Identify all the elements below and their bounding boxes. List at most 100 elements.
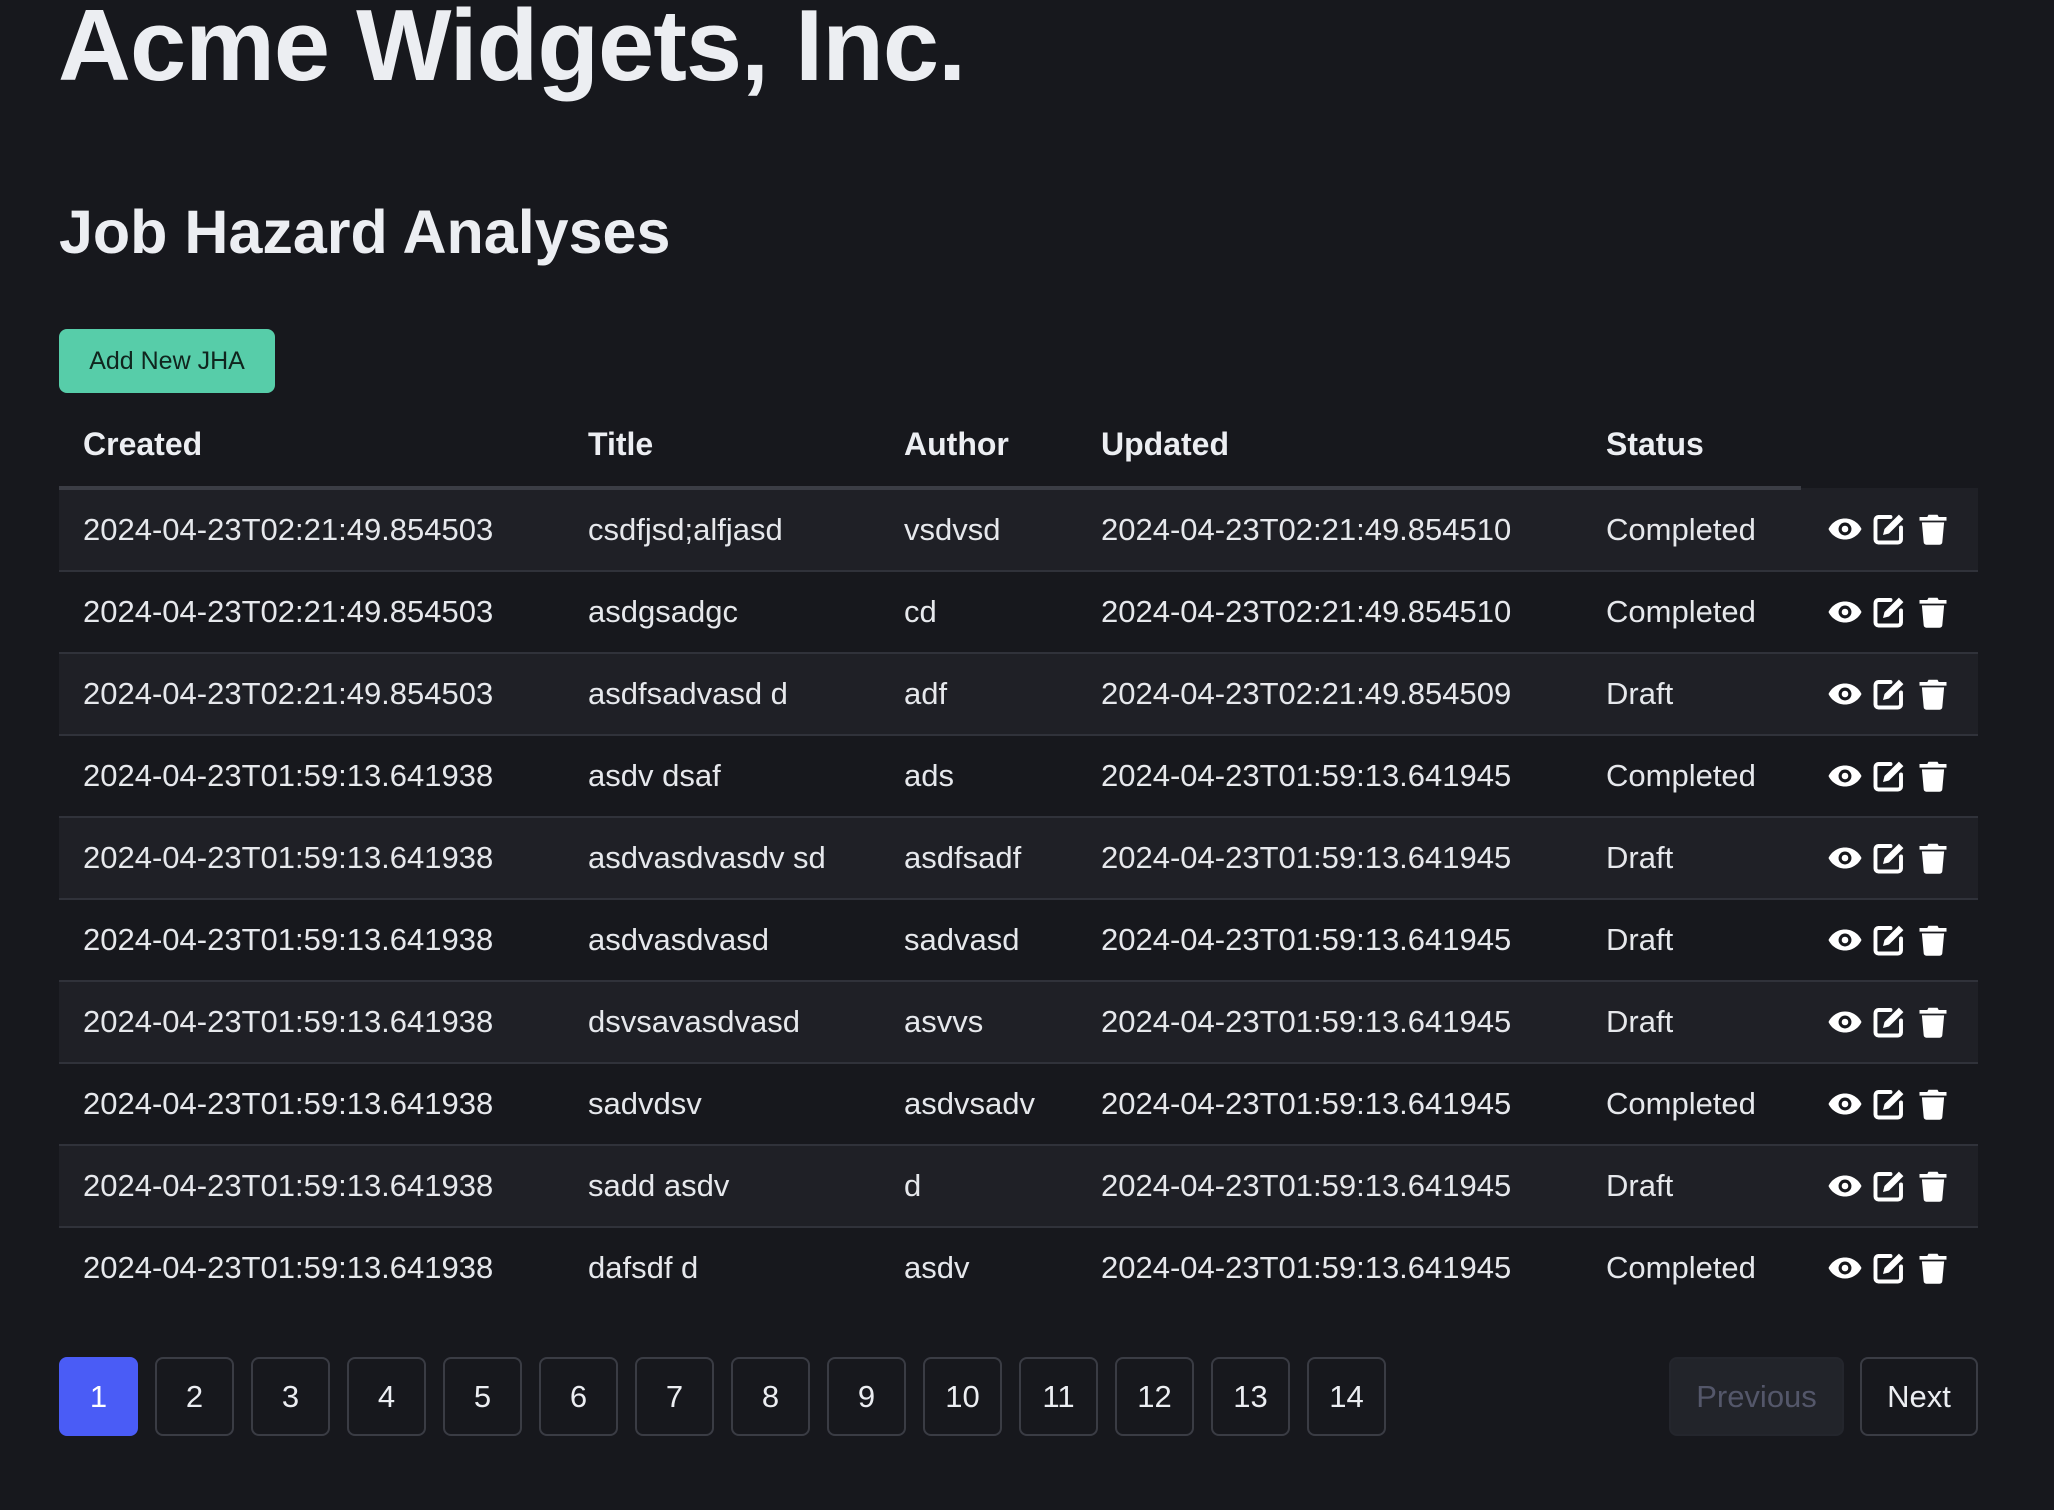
cell-status: Completed (1582, 1227, 1801, 1308)
view-button[interactable] (1825, 920, 1865, 960)
jha-table: Created Title Author Updated Status 2024… (59, 403, 1978, 1308)
edit-button[interactable] (1869, 674, 1909, 714)
page-button-12[interactable]: 12 (1115, 1357, 1194, 1436)
column-header-status: Status (1582, 403, 1801, 490)
view-button[interactable] (1825, 674, 1865, 714)
edit-button[interactable] (1869, 1084, 1909, 1124)
cell-updated: 2024-04-23T02:21:49.854510 (1077, 571, 1582, 654)
page-button-14[interactable]: 14 (1307, 1357, 1386, 1436)
view-button[interactable] (1825, 1166, 1865, 1206)
cell-created: 2024-04-23T01:59:13.641938 (59, 735, 564, 818)
delete-button[interactable] (1913, 509, 1953, 549)
cell-author: cd (880, 571, 1077, 654)
delete-button[interactable] (1913, 756, 1953, 796)
previous-page-button[interactable]: Previous (1669, 1357, 1844, 1436)
table-row: 2024-04-23T01:59:13.641938 sadvdsv asdvsad… (59, 1063, 1978, 1146)
next-page-button[interactable]: Next (1860, 1357, 1978, 1436)
delete-button[interactable] (1913, 674, 1953, 714)
cell-actions (1801, 488, 1978, 572)
delete-button[interactable] (1913, 1166, 1953, 1206)
edit-icon (1871, 594, 1907, 630)
page-button-8[interactable]: 8 (731, 1357, 810, 1436)
page-button-7[interactable]: 7 (635, 1357, 714, 1436)
edit-button[interactable] (1869, 592, 1909, 632)
cell-updated: 2024-04-23T01:59:13.641945 (1077, 1145, 1582, 1228)
delete-button[interactable] (1913, 1248, 1953, 1288)
edit-button[interactable] (1869, 1248, 1909, 1288)
cell-status: Draft (1582, 899, 1801, 982)
row-actions (1825, 920, 1978, 960)
delete-button[interactable] (1913, 1002, 1953, 1042)
edit-button[interactable] (1869, 756, 1909, 796)
cell-created: 2024-04-23T01:59:13.641938 (59, 1063, 564, 1146)
add-new-jha-button[interactable]: Add New JHA (59, 329, 275, 393)
cell-updated: 2024-04-23T01:59:13.641945 (1077, 1227, 1582, 1308)
page-button-3[interactable]: 3 (251, 1357, 330, 1436)
cell-author: sadvasd (880, 899, 1077, 982)
cell-actions (1801, 1227, 1978, 1308)
view-button[interactable] (1825, 838, 1865, 878)
cell-created: 2024-04-23T01:59:13.641938 (59, 1227, 564, 1308)
edit-button[interactable] (1869, 1166, 1909, 1206)
view-button[interactable] (1825, 592, 1865, 632)
row-actions (1825, 509, 1978, 549)
table-row: 2024-04-23T01:59:13.641938 asdv dsaf ads 20… (59, 735, 1978, 818)
table-row: 2024-04-23T01:59:13.641938 dsvsavasdvasd a… (59, 981, 1978, 1064)
trash-icon (1915, 758, 1951, 794)
edit-icon (1871, 1086, 1907, 1122)
page-button-6[interactable]: 6 (539, 1357, 618, 1436)
cell-author: asdvsadv (880, 1063, 1077, 1146)
jha-table-container: Created Title Author Updated Status 2024… (59, 403, 1978, 1308)
edit-icon (1871, 840, 1907, 876)
table-row: 2024-04-23T01:59:13.641938 asdvasdvasd sad… (59, 899, 1978, 982)
edit-icon (1871, 922, 1907, 958)
eye-icon (1827, 758, 1863, 794)
table-row: 2024-04-23T02:21:49.854503 asdgsadgc cd 202… (59, 571, 1978, 654)
cell-title: asdgsadgc (564, 571, 880, 654)
edit-button[interactable] (1869, 920, 1909, 960)
page-button-13[interactable]: 13 (1211, 1357, 1290, 1436)
column-header-updated: Updated (1077, 403, 1582, 490)
cell-actions (1801, 817, 1978, 900)
page-button-9[interactable]: 9 (827, 1357, 906, 1436)
row-actions (1825, 674, 1978, 714)
delete-button[interactable] (1913, 920, 1953, 960)
cell-status: Draft (1582, 1145, 1801, 1228)
table-row: 2024-04-23T01:59:13.641938 sadd asdv d 2024… (59, 1145, 1978, 1228)
view-button[interactable] (1825, 756, 1865, 796)
eye-icon (1827, 840, 1863, 876)
page-button-4[interactable]: 4 (347, 1357, 426, 1436)
trash-icon (1915, 1250, 1951, 1286)
row-actions (1825, 1002, 1978, 1042)
view-button[interactable] (1825, 1002, 1865, 1042)
edit-button[interactable] (1869, 838, 1909, 878)
table-row: 2024-04-23T01:59:13.641938 asdvasdvasdv s… (59, 817, 1978, 900)
delete-button[interactable] (1913, 838, 1953, 878)
cell-status: Draft (1582, 981, 1801, 1064)
eye-icon (1827, 594, 1863, 630)
page-button-10[interactable]: 10 (923, 1357, 1002, 1436)
page-button-11[interactable]: 11 (1019, 1357, 1098, 1436)
row-actions (1825, 1166, 1978, 1206)
delete-button[interactable] (1913, 592, 1953, 632)
cell-actions (1801, 1063, 1978, 1146)
cell-actions (1801, 981, 1978, 1064)
view-button[interactable] (1825, 1084, 1865, 1124)
cell-status: Draft (1582, 653, 1801, 736)
cell-author: asdfsadf (880, 817, 1077, 900)
cell-title: asdv dsaf (564, 735, 880, 818)
column-header-author: Author (880, 403, 1077, 490)
edit-button[interactable] (1869, 509, 1909, 549)
page-button-5[interactable]: 5 (443, 1357, 522, 1436)
eye-icon (1827, 676, 1863, 712)
page-button-1[interactable]: 1 (59, 1357, 138, 1436)
cell-created: 2024-04-23T01:59:13.641938 (59, 899, 564, 982)
edit-button[interactable] (1869, 1002, 1909, 1042)
column-header-created: Created (59, 403, 564, 490)
edit-icon (1871, 758, 1907, 794)
delete-button[interactable] (1913, 1084, 1953, 1124)
view-button[interactable] (1825, 509, 1865, 549)
page-button-2[interactable]: 2 (155, 1357, 234, 1436)
cell-status: Draft (1582, 817, 1801, 900)
view-button[interactable] (1825, 1248, 1865, 1288)
